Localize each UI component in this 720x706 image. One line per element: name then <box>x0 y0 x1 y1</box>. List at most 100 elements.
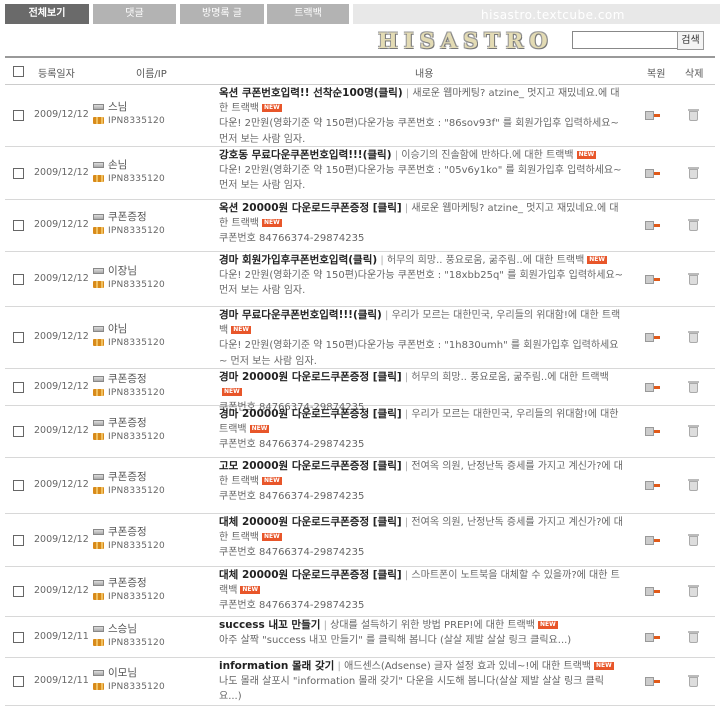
row-checkbox[interactable] <box>13 332 24 343</box>
trash-icon[interactable] <box>688 109 699 121</box>
trackback-title[interactable]: 옥션 20000원 다운로드쿠폰증정 [클릭] <box>219 202 402 214</box>
trackback-title[interactable]: 경마 회원가입후쿠폰번호입력(클릭) <box>219 254 377 266</box>
row-author[interactable]: 스승님 <box>93 621 137 636</box>
ip-icon <box>93 117 104 124</box>
trackback-source[interactable]: 허무의 희망.. 풍요로움, 굶주림..에 대한 트랙백 <box>411 372 608 383</box>
row-author[interactable]: 스님 <box>93 99 127 114</box>
trackback-title[interactable]: 경마 20000원 다운로드쿠폰증정 [클릭] <box>219 408 402 420</box>
trash-icon[interactable] <box>688 381 699 393</box>
row-content: 옥션 쿠폰번호입력!! 선착순100명(클릭) | 새로운 웹마케팅? atzi… <box>219 86 624 147</box>
row-author[interactable]: 이모님 <box>93 665 137 680</box>
trackback-source[interactable]: 이승기의 진솔함에 반하다.에 대한 트랙백 <box>401 150 573 161</box>
row-checkbox[interactable] <box>13 220 24 231</box>
restore-icon[interactable] <box>645 111 660 120</box>
row-checkbox[interactable] <box>13 274 24 285</box>
trash-icon[interactable] <box>688 631 699 643</box>
new-badge: NEW <box>594 662 614 670</box>
row-date: 2009/12/12 <box>34 479 89 490</box>
restore-icon[interactable] <box>645 427 660 436</box>
restore-icon[interactable] <box>645 633 660 642</box>
trash-icon[interactable] <box>688 219 699 231</box>
trash-icon[interactable] <box>688 273 699 285</box>
trackback-title[interactable]: 경마 20000원 다운로드쿠폰증정 [클릭] <box>219 371 402 383</box>
restore-icon[interactable] <box>645 383 660 392</box>
search-input[interactable] <box>572 31 678 49</box>
restore-page-shape <box>645 427 654 436</box>
restore-icon[interactable] <box>645 587 660 596</box>
trackback-title[interactable]: information 몰래 갖기 <box>219 660 334 672</box>
row-ip: IPN8335120 <box>93 432 165 442</box>
ip-address: IPN8335120 <box>108 486 165 496</box>
restore-icon[interactable] <box>645 275 660 284</box>
author-name: 쿠폰증정 <box>108 577 147 589</box>
row-ip: IPN8335120 <box>93 486 165 496</box>
trackback-source[interactable]: 상대를 설득하기 위한 방법 PREP!에 대한 트랙백 <box>330 620 535 631</box>
header-delete: 삭제 <box>685 69 704 80</box>
row-checkbox[interactable] <box>13 168 24 179</box>
trackback-title[interactable]: 대체 20000원 다운로드쿠폰증정 [클릭] <box>219 516 402 528</box>
restore-icon[interactable] <box>645 481 660 490</box>
trash-icon[interactable] <box>688 331 699 343</box>
restore-page-shape <box>645 536 654 545</box>
row-checkbox[interactable] <box>13 632 24 643</box>
trash-icon[interactable] <box>688 675 699 687</box>
ip-icon <box>93 281 104 288</box>
trackback-title[interactable]: 강호동 무료다운쿠폰번호입력!!!(클릭) <box>219 149 392 161</box>
select-all-checkbox[interactable] <box>13 66 24 77</box>
restore-icon[interactable] <box>645 169 660 178</box>
row-author[interactable]: 쿠폰증정 <box>93 209 147 224</box>
row-checkbox[interactable] <box>13 676 24 687</box>
row-author[interactable]: 이장님 <box>93 263 137 278</box>
row-date: 2009/12/12 <box>34 534 89 545</box>
restore-page-shape <box>645 481 654 490</box>
trackback-title[interactable]: 옥션 쿠폰번호입력!! 선착순100명(클릭) <box>219 87 403 99</box>
row-checkbox[interactable] <box>13 535 24 546</box>
row-content: 강호동 무료다운쿠폰번호입력!!!(클릭) | 이승기의 진솔함에 반하다.에 … <box>219 148 624 194</box>
author-name: 쿠폰증정 <box>108 417 147 429</box>
tab-trackbacks[interactable]: 트랙백 <box>267 4 349 24</box>
restore-icon[interactable] <box>645 536 660 545</box>
search-button[interactable]: 검색 <box>677 31 704 50</box>
table-header: 등록일자 이름/IP 내용 복원 삭제 <box>5 56 715 85</box>
separator: | <box>401 461 412 472</box>
restore-arrow-shape <box>654 278 660 281</box>
row-author[interactable]: 쿠폰증정 <box>93 575 147 590</box>
header-content: 내용 <box>415 69 434 80</box>
trackback-title[interactable]: 고모 20000원 다운로드쿠폰증정 [클릭] <box>219 460 402 472</box>
restore-icon[interactable] <box>645 333 660 342</box>
trash-icon[interactable] <box>688 479 699 491</box>
row-checkbox[interactable] <box>13 480 24 491</box>
trash-icon[interactable] <box>688 167 699 179</box>
tab-comments[interactable]: 댓글 <box>93 4 176 24</box>
row-checkbox[interactable] <box>13 110 24 121</box>
trackback-source[interactable]: 애드센스(Adsense) 글자 설정 효과 있네~!에 대한 트랙백 <box>344 661 591 672</box>
row-author[interactable]: 쿠폰증정 <box>93 524 147 539</box>
author-name: 스승님 <box>108 623 137 635</box>
restore-arrow-shape <box>654 336 660 339</box>
trackback-title[interactable]: 경마 무료다운쿠폰번호입력!!!(클릭) <box>219 309 382 321</box>
row-author[interactable]: 쿠폰증정 <box>93 415 147 430</box>
trash-icon[interactable] <box>688 534 699 546</box>
restore-icon[interactable] <box>645 221 660 230</box>
tab-guestbook[interactable]: 방명록 글 <box>180 4 264 24</box>
restore-arrow-shape <box>654 114 660 117</box>
row-checkbox[interactable] <box>13 426 24 437</box>
trackback-title[interactable]: success 내꼬 만들기 <box>219 619 320 631</box>
row-checkbox[interactable] <box>13 382 24 393</box>
row-author[interactable]: 쿠폰증정 <box>93 371 147 386</box>
row-author[interactable]: 손님 <box>93 157 127 172</box>
trash-icon[interactable] <box>688 425 699 437</box>
tab-all[interactable]: 전체보기 <box>5 4 89 24</box>
row-checkbox[interactable] <box>13 586 24 597</box>
row-date: 2009/12/12 <box>34 585 89 596</box>
trash-icon[interactable] <box>688 585 699 597</box>
row-content: 고모 20000원 다운로드쿠폰증정 [클릭] | 전여옥 의원, 난정난독 증… <box>219 459 624 505</box>
row-author[interactable]: 쿠폰증정 <box>93 469 147 484</box>
ip-icon <box>93 175 104 182</box>
row-ip: IPN8335120 <box>93 682 165 692</box>
trackback-source[interactable]: 허무의 희망.. 풍요로움, 굶주림..에 대한 트랙백 <box>387 255 584 266</box>
row-date: 2009/12/12 <box>34 331 89 342</box>
restore-icon[interactable] <box>645 677 660 686</box>
row-author[interactable]: 야님 <box>93 321 127 336</box>
trackback-title[interactable]: 대체 20000원 다운로드쿠폰증정 [클릭] <box>219 569 402 581</box>
